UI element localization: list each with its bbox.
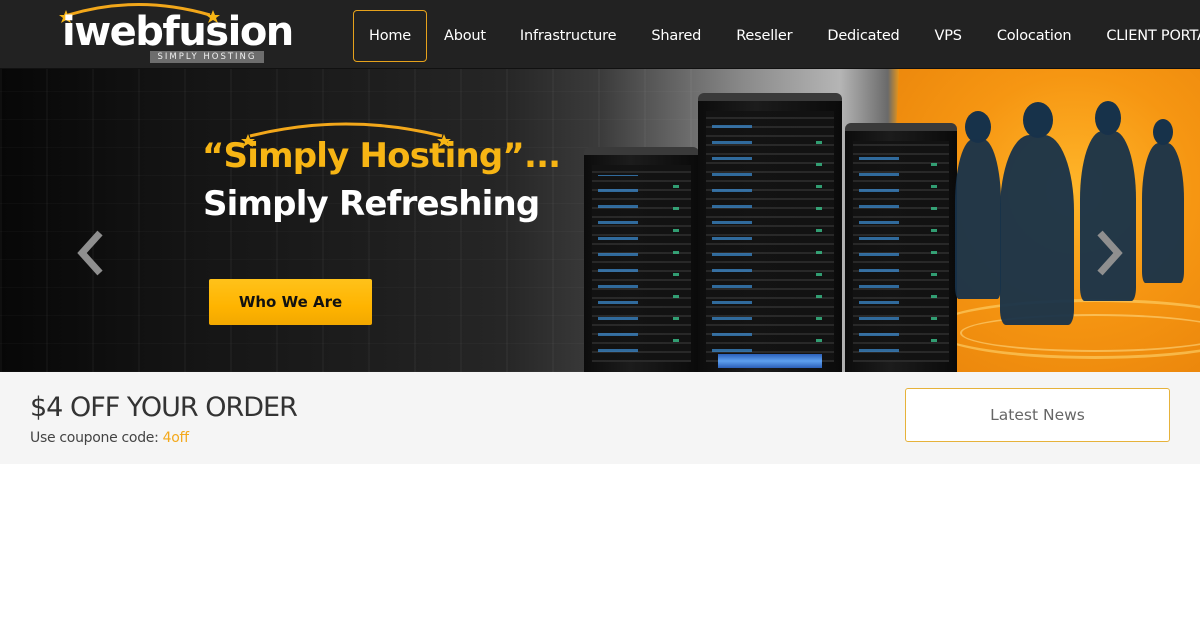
server-rack-right (845, 123, 957, 372)
top-navbar: iwebfusion SIMPLY HOSTING Home About Inf… (0, 0, 1200, 69)
hero-headline-primary: “Simply Hosting”... (202, 136, 561, 176)
chevron-left-icon (77, 230, 103, 276)
nav-client-portal[interactable]: CLIENT PORTAL (1089, 10, 1200, 62)
site-logo[interactable]: iwebfusion SIMPLY HOSTING (58, 0, 294, 66)
nav-vps[interactable]: VPS (918, 10, 979, 62)
hero-headline-secondary: Simply Refreshing (203, 184, 540, 224)
logo-tagline: SIMPLY HOSTING (150, 51, 264, 63)
nav-reseller[interactable]: Reseller (719, 10, 809, 62)
nav-colocation[interactable]: Colocation (980, 10, 1089, 62)
hero-slider: “Simply Hosting”... Simply Refreshing Wh… (0, 69, 1200, 372)
logo-wordmark: iwebfusion (62, 9, 294, 55)
nav-home[interactable]: Home (353, 10, 428, 62)
promo-subtitle: Use coupone code: 4off (30, 430, 189, 446)
latest-news-button[interactable]: Latest News (905, 388, 1170, 442)
server-rack-center (698, 93, 842, 372)
who-we-are-button[interactable]: Who We Are (209, 279, 372, 325)
slider-prev-button[interactable] (76, 229, 106, 277)
nav-dedicated[interactable]: Dedicated (810, 10, 916, 62)
promo-title: $4 OFF YOUR ORDER (30, 392, 298, 423)
server-rack-left (584, 147, 699, 372)
nav-infrastructure[interactable]: Infrastructure (503, 10, 633, 62)
nav-shared[interactable]: Shared (634, 10, 718, 62)
coupon-code: 4off (162, 430, 189, 446)
promo-subtitle-text: Use coupone code: (30, 430, 163, 446)
main-menu: Home About Infrastructure Shared Reselle… (353, 10, 1200, 62)
promo-banner: $4 OFF YOUR ORDER Use coupone code: 4off… (0, 372, 1200, 464)
nav-about[interactable]: About (428, 10, 502, 62)
slider-next-button[interactable] (1094, 229, 1124, 277)
chevron-right-icon (1097, 230, 1123, 276)
